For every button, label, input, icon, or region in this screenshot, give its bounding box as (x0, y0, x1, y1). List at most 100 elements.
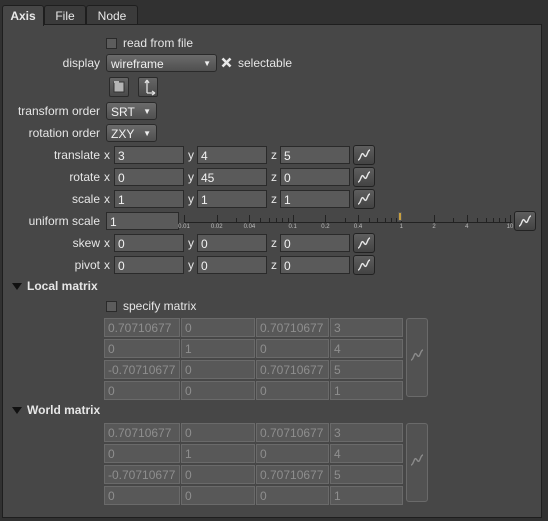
pivot-x-input[interactable]: 0 (114, 256, 184, 274)
slider-major-tick (292, 215, 294, 222)
skew-x-input[interactable]: 0 (114, 234, 184, 252)
pivot-label: pivot (74, 258, 100, 272)
matrix-cell: -0.70710677 (104, 360, 180, 379)
matrix-cell: 4 (330, 339, 403, 358)
world-matrix-animation-button[interactable] (406, 423, 428, 502)
matrix-cell: 0.70710677 (256, 360, 329, 379)
local-matrix-title: Local matrix (27, 279, 98, 293)
translate-y-input[interactable]: 4 (197, 146, 267, 164)
matrix-cell: 1 (181, 339, 255, 358)
translate-x-input[interactable]: 3 (114, 146, 184, 164)
matrix-cell: 0 (104, 339, 180, 358)
slider-minor-tick (287, 218, 289, 222)
scale-y-input[interactable]: 1 (197, 190, 267, 208)
slider-tick-label: 10 (506, 224, 514, 230)
matrix-cell: 0 (181, 486, 255, 505)
rotate-z-input[interactable]: 0 (280, 168, 350, 186)
chevron-down-icon: ▼ (143, 129, 151, 138)
skew-y-input[interactable]: 0 (197, 234, 267, 252)
slider-tick-label: 2 (432, 224, 436, 230)
matrix-cell: 0 (104, 486, 180, 505)
folder-icon (113, 81, 125, 93)
matrix-cell: 0 (181, 318, 255, 337)
world-matrix-title: World matrix (27, 403, 101, 417)
pivot-animation-button[interactable] (353, 255, 375, 275)
transform-order-dropdown[interactable]: SRT ▼ (106, 102, 157, 120)
rotate-x-input[interactable]: 0 (114, 168, 184, 186)
slider-tick-label: 0.1 (288, 224, 297, 230)
translate-z-input[interactable]: 5 (280, 146, 350, 164)
curve-icon (357, 259, 371, 271)
matrix-cell: 0 (256, 444, 329, 463)
tab-axis[interactable]: Axis (2, 5, 44, 26)
axis-x-label: x (104, 258, 110, 272)
scale-x-input[interactable]: 1 (114, 190, 184, 208)
curve-icon (410, 349, 424, 361)
slider-minor-tick (505, 218, 507, 222)
matrix-cell: 5 (330, 465, 403, 484)
axis-x-label: x (104, 192, 110, 206)
slider-minor-tick (477, 218, 479, 222)
tab-node[interactable]: Node (86, 5, 138, 25)
matrix-cell: 0 (181, 360, 255, 379)
read-from-file-checkbox[interactable] (106, 38, 117, 49)
axis-handle-button[interactable] (138, 77, 158, 97)
slider-minor-tick (282, 218, 284, 222)
selectable-label: selectable (238, 56, 293, 70)
rotation-order-dropdown[interactable]: ZXY ▼ (106, 124, 157, 142)
matrix-cell: 0 (104, 444, 180, 463)
uniform-scale-animation-button[interactable] (514, 211, 536, 231)
matrix-cell: 0.70710677 (256, 318, 329, 337)
axis-z-label: z (271, 192, 277, 206)
selectable-checkbox[interactable] (221, 57, 232, 68)
rotate-y-input[interactable]: 45 (197, 168, 267, 186)
axis-y-label: y (188, 236, 194, 250)
display-label: display (62, 56, 100, 70)
curve-icon (357, 171, 371, 183)
rotation-order-label: rotation order (28, 126, 100, 140)
curve-icon (410, 454, 424, 466)
curve-icon (357, 193, 371, 205)
pivot-z-input[interactable]: 0 (280, 256, 350, 274)
scale-label: scale (71, 192, 100, 206)
slider-minor-tick (259, 218, 261, 222)
uniform-scale-input[interactable]: 1 (106, 212, 179, 230)
slider-major-tick (249, 215, 251, 222)
matrix-cell: -0.70710677 (104, 465, 180, 484)
skew-z-input[interactable]: 0 (280, 234, 350, 252)
axis-x-label: x (104, 236, 110, 250)
display-dropdown[interactable]: wireframe ▼ (106, 54, 217, 72)
slider-major-tick (216, 215, 218, 222)
slider-tick-label: 0.2 (321, 224, 330, 230)
skew-animation-button[interactable] (353, 233, 375, 253)
transform-order-label: transform order (17, 104, 100, 118)
pivot-y-input[interactable]: 0 (197, 256, 267, 274)
matrix-cell: 0 (256, 381, 329, 400)
folder-button[interactable] (109, 77, 129, 97)
matrix-cell: 0 (181, 423, 255, 442)
slider-minor-tick (275, 218, 277, 222)
matrix-cell: 0.70710677 (104, 423, 180, 442)
axis-y-label: y (188, 148, 194, 162)
local-matrix-animation-button[interactable] (406, 318, 428, 397)
uniform-scale-slider[interactable]: 0.01 0.02 0.04 0.1 0.2 0.4 1 2 4 10 (178, 208, 514, 234)
slider-minor-tick (344, 218, 346, 222)
axis-x-label: x (104, 170, 110, 184)
matrix-cell: 0 (256, 486, 329, 505)
collapse-triangle-icon[interactable] (12, 407, 22, 414)
specify-matrix-checkbox[interactable] (106, 301, 117, 312)
matrix-cell: 0.70710677 (256, 465, 329, 484)
matrix-cell: 3 (330, 423, 403, 442)
slider-handle[interactable] (398, 212, 402, 221)
tab-file[interactable]: File (44, 5, 86, 25)
rotate-animation-button[interactable] (353, 167, 375, 187)
matrix-cell: 0 (256, 339, 329, 358)
scale-z-input[interactable]: 1 (280, 190, 350, 208)
collapse-triangle-icon[interactable] (12, 283, 22, 290)
axis-z-label: z (271, 258, 277, 272)
slider-tick-label: 1 (399, 224, 403, 230)
translate-animation-button[interactable] (353, 145, 375, 165)
scale-animation-button[interactable] (353, 189, 375, 209)
axis-z-label: z (271, 148, 277, 162)
axis-y-label: y (188, 192, 194, 206)
